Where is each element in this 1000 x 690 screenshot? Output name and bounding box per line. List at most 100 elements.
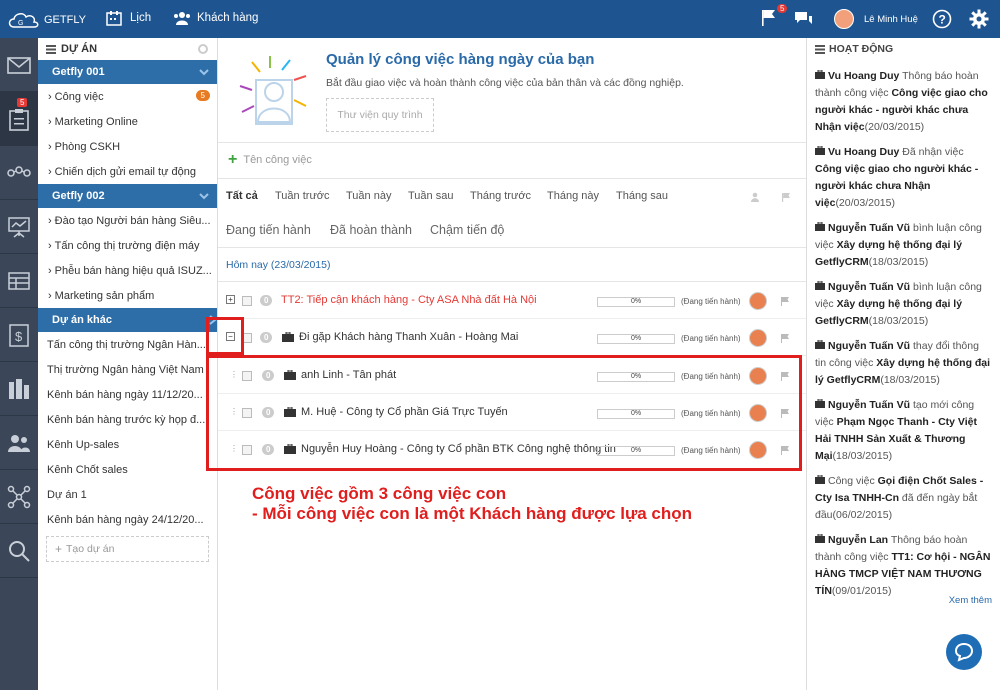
help-button[interactable]: ? bbox=[932, 9, 952, 29]
building-nav[interactable] bbox=[0, 362, 38, 416]
tab-last-week[interactable]: Tuần trước bbox=[275, 190, 330, 202]
search-nav[interactable] bbox=[0, 524, 38, 578]
nav-calendar[interactable]: Lịch bbox=[106, 10, 151, 26]
presentation-nav[interactable] bbox=[0, 200, 38, 254]
tab-next-week[interactable]: Tuần sau bbox=[408, 190, 453, 202]
sidebar-item-project[interactable]: Kênh bán hàng ngày 11/12/20... bbox=[38, 382, 217, 407]
activity-item[interactable]: Nguyễn Tuấn Vũ thay đổi thông tin công v… bbox=[807, 338, 1000, 389]
task-title[interactable]: Đi gặp Khách hàng Thanh Xuân - Hoàng Mai bbox=[299, 331, 518, 343]
expand-icon[interactable]: + bbox=[226, 295, 235, 304]
activity-who[interactable]: Nguyễn Tuấn Vũ bbox=[828, 399, 910, 411]
sidebar-title: DỰ ÁN bbox=[61, 43, 98, 55]
sidebar-item-marketing-online[interactable]: › Marketing Online bbox=[38, 109, 217, 134]
activity-item[interactable]: Vu Hoang Duy Đã nhận việc Công việc giao… bbox=[807, 144, 1000, 212]
users-nav[interactable] bbox=[0, 416, 38, 470]
sidebar-item-project[interactable]: › Tấn công thị trường điện máy bbox=[38, 233, 217, 258]
network-nav[interactable] bbox=[0, 146, 38, 200]
tab-in-progress[interactable]: Đang tiến hành bbox=[226, 223, 311, 237]
table-nav[interactable] bbox=[0, 254, 38, 308]
activity-item[interactable]: Công việc Gọi điện Chốt Sales - Cty Isa … bbox=[807, 473, 1000, 524]
group-label: Getfly 002 bbox=[52, 190, 105, 202]
flag-icon[interactable] bbox=[781, 334, 789, 343]
group-other-projects[interactable]: Dự án khác bbox=[38, 308, 217, 332]
activity-item[interactable]: Nguyễn Tuấn Vũ tạo mới công việc Phạm Ng… bbox=[807, 397, 1000, 465]
sidebar-item-project[interactable]: Thị trường Ngân hàng Việt Nam bbox=[38, 357, 217, 382]
tab-next-month[interactable]: Tháng sau bbox=[616, 190, 668, 202]
chevron-down-icon bbox=[199, 69, 209, 76]
search-icon bbox=[9, 540, 30, 562]
sidebar-item-email-campaign[interactable]: › Chiến dịch gửi email tự động bbox=[38, 159, 217, 184]
tab-this-week[interactable]: Tuần này bbox=[346, 190, 391, 202]
svg-text:?: ? bbox=[939, 13, 946, 27]
sidebar-item-project[interactable]: Kênh Chốt sales bbox=[38, 457, 217, 482]
activity-who[interactable]: Vu Hoang Duy bbox=[828, 146, 899, 158]
sidebar-item-project[interactable]: Dự án 1 bbox=[38, 482, 217, 507]
task-status: (Đang tiến hành) bbox=[681, 297, 741, 306]
process-library-button[interactable]: Thư viện quy trình bbox=[326, 98, 434, 132]
sidebar-item-project[interactable]: › Đào tạo Người bán hàng Siêu... bbox=[38, 208, 217, 233]
sidebar-item-project[interactable]: Kênh bán hàng trước kỳ họp đ... bbox=[38, 407, 217, 432]
activity-title: HOẠT ĐỘNG bbox=[829, 43, 894, 55]
group-label: Getfly 001 bbox=[52, 66, 105, 78]
chat-bubble-button[interactable] bbox=[946, 634, 982, 670]
task-row[interactable]: + 0 TT2: Tiếp cận khách hàng - Cty ASA N… bbox=[218, 283, 806, 319]
tab-completed[interactable]: Đã hoàn thành bbox=[330, 223, 412, 237]
settings-icon[interactable] bbox=[197, 43, 209, 55]
tab-all[interactable]: Tất cả bbox=[226, 190, 258, 202]
sidebar-item-cong-viec[interactable]: › Công việc 5 bbox=[38, 84, 217, 109]
activity-who[interactable]: Vu Hoang Duy bbox=[828, 70, 899, 82]
new-task-input[interactable]: + Tên công việc bbox=[228, 151, 798, 168]
list-icon bbox=[46, 45, 56, 54]
task-management-illustration-icon bbox=[239, 56, 307, 125]
money-nav[interactable]: $ bbox=[0, 308, 38, 362]
project-sidebar: DỰ ÁN Getfly 001 › Công việc 5 › Marketin… bbox=[38, 38, 218, 690]
nav-customers[interactable]: Khách hàng bbox=[172, 10, 258, 26]
tab-this-month[interactable]: Tháng này bbox=[547, 190, 599, 202]
intro-title: Quản lý công việc hàng ngày của bạn bbox=[326, 51, 595, 68]
activity-who[interactable]: Nguyễn Lan bbox=[828, 534, 888, 546]
activity-who[interactable]: Nguyễn Tuấn Vũ bbox=[828, 281, 910, 293]
activity-panel: HOẠT ĐỘNG Vu Hoang Duy Thông báo hoàn th… bbox=[806, 38, 1000, 690]
activity-who[interactable]: Nguyễn Tuấn Vũ bbox=[828, 340, 910, 352]
task-title[interactable]: TT2: Tiếp cận khách hàng - Cty ASA Nhà đ… bbox=[281, 294, 537, 306]
task-checkbox[interactable] bbox=[242, 296, 252, 306]
notification-count: 5 bbox=[777, 4, 788, 13]
activity-who[interactable]: Nguyễn Tuấn Vũ bbox=[828, 222, 910, 234]
group-getfly-001[interactable]: Getfly 001 bbox=[38, 60, 217, 84]
activity-item[interactable]: Nguyễn Tuấn Vũ bình luận công việc Xây d… bbox=[807, 279, 1000, 330]
user-menu[interactable]: Lê Minh Huệ bbox=[834, 9, 918, 29]
sidebar-item-label: Tấn công thị trường Ngân Hàn... bbox=[47, 338, 206, 351]
user-filter-icon[interactable] bbox=[750, 192, 760, 202]
add-project-button[interactable]: + Tạo dự án bbox=[46, 536, 209, 562]
cloud-logo-icon: G bbox=[8, 13, 39, 28]
progress-bar: 0% bbox=[597, 297, 675, 307]
sidebar-item-label: Dự án 1 bbox=[47, 488, 87, 501]
tab-overdue[interactable]: Chậm tiến độ bbox=[430, 223, 504, 237]
group-getfly-002[interactable]: Getfly 002 bbox=[38, 184, 217, 208]
activity-date: (09/01/2015) bbox=[831, 585, 892, 597]
sidebar-item-project[interactable]: › Marketing sản phẩm bbox=[38, 283, 217, 308]
sidebar-item-project[interactable]: Kênh bán hàng ngày 24/12/20... bbox=[38, 507, 217, 532]
divider bbox=[218, 247, 806, 248]
sidebar-item-project[interactable]: Tấn công thị trường Ngân Hàn... bbox=[38, 332, 217, 357]
activity-item[interactable]: Vu Hoang Duy Thông báo hoàn thành công v… bbox=[807, 68, 1000, 136]
tab-last-month[interactable]: Tháng trước bbox=[470, 190, 531, 202]
notifications-button[interactable]: 5 bbox=[760, 4, 788, 28]
sidebar-item-label: Kênh Up-sales bbox=[47, 438, 120, 451]
sidebar-item-project[interactable]: › Phễu bán hàng hiệu quả ISUZ... bbox=[38, 258, 217, 283]
activity-item[interactable]: Nguyễn Tuấn Vũ bình luận công việc Xây d… bbox=[807, 220, 1000, 271]
chat-button[interactable] bbox=[794, 10, 814, 28]
task-row[interactable]: − 0 Đi gặp Khách hàng Thanh Xuân - Hoàng… bbox=[218, 320, 806, 356]
flag-icon[interactable] bbox=[781, 297, 789, 306]
briefcase-icon bbox=[815, 221, 825, 231]
activity-item[interactable]: Nguyễn Lan Thông báo hoàn thành công việ… bbox=[807, 532, 1000, 600]
tasks-nav[interactable]: 5 bbox=[0, 92, 38, 146]
brand-logo[interactable]: G GETFLY bbox=[6, 9, 86, 31]
settings-button[interactable] bbox=[969, 9, 989, 29]
share-nav[interactable] bbox=[0, 470, 38, 524]
sidebar-item-project[interactable]: Kênh Up-sales bbox=[38, 432, 217, 457]
sidebar-item-phong-cskh[interactable]: › Phòng CSKH bbox=[38, 134, 217, 159]
see-more-link[interactable]: Xem thêm bbox=[949, 595, 992, 606]
mail-nav[interactable] bbox=[0, 38, 38, 92]
flag-filter-icon[interactable] bbox=[781, 192, 791, 202]
